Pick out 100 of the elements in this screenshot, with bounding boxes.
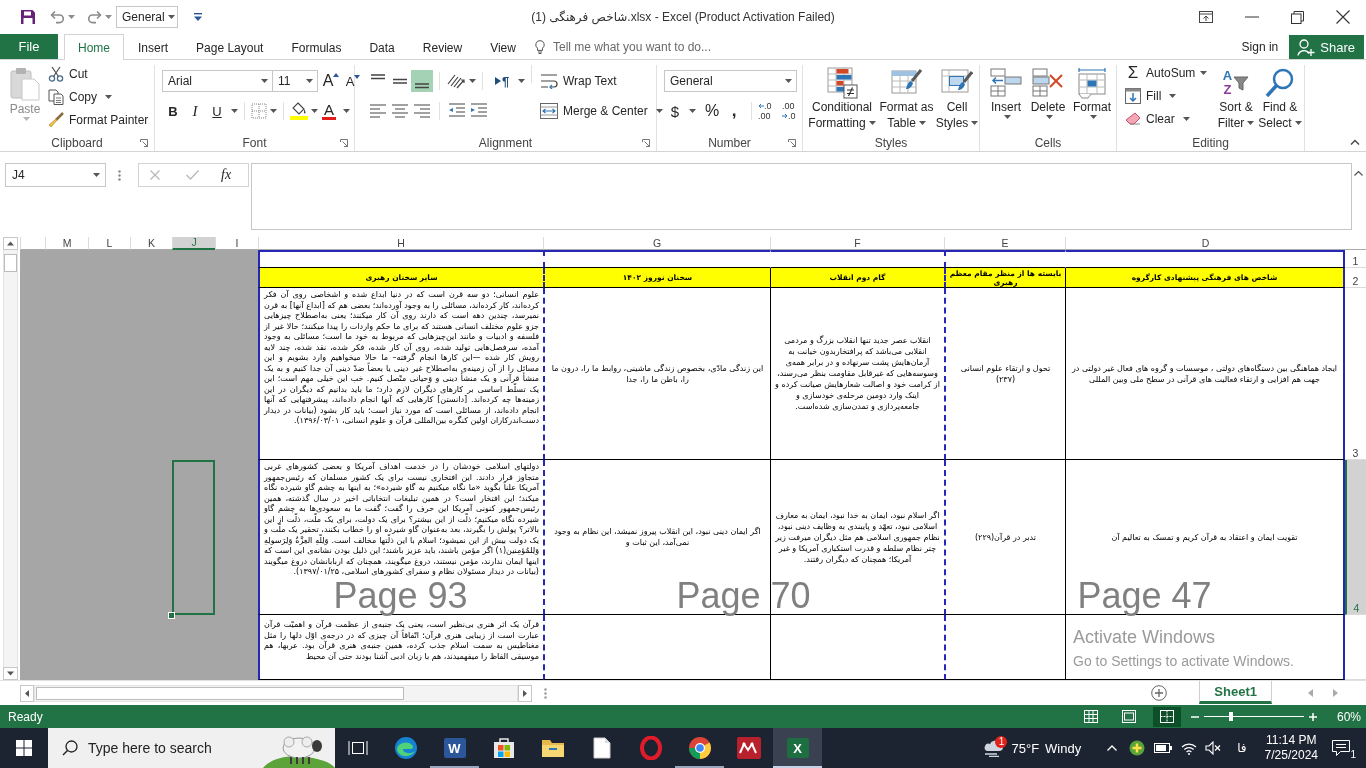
caret-down-icon[interactable] bbox=[689, 109, 696, 113]
chevron-up-icon[interactable] bbox=[1107, 745, 1118, 751]
conditional-formatting-button[interactable]: Conditional Formatting bbox=[806, 65, 878, 131]
row-header[interactable]: 3 bbox=[1345, 288, 1366, 460]
horizontal-scrollbar[interactable] bbox=[34, 684, 518, 702]
dialog-launcher-icon[interactable] bbox=[140, 138, 148, 147]
number-format-dropdown[interactable]: General bbox=[116, 6, 178, 28]
file-tab[interactable]: File bbox=[0, 34, 58, 59]
ribbon-tab[interactable]: Page Layout bbox=[182, 34, 278, 60]
caret-down-icon[interactable] bbox=[518, 79, 525, 83]
row-header[interactable]: 1 bbox=[1345, 250, 1366, 268]
underline-button[interactable]: U bbox=[206, 100, 228, 122]
font-size-dropdown[interactable]: 11 bbox=[272, 70, 318, 92]
dialog-launcher-icon[interactable] bbox=[642, 138, 650, 147]
format-painter-button[interactable]: Format Painter bbox=[46, 108, 151, 131]
taskbar-app-button[interactable]: W bbox=[430, 728, 479, 768]
text-direction-button[interactable]: ¶ bbox=[489, 70, 515, 92]
weather-button[interactable]: 1 75°F Windy bbox=[983, 728, 1082, 768]
sort-filter-button[interactable]: A Z Sort & Filter bbox=[1215, 65, 1257, 131]
merge-center-button[interactable]: Merge & Center bbox=[538, 100, 665, 122]
row-header[interactable]: 4 bbox=[1345, 460, 1366, 615]
input-language-button[interactable]: فا bbox=[1237, 741, 1247, 755]
ribbon-tab[interactable]: Insert bbox=[124, 34, 183, 60]
italic-button[interactable]: I bbox=[184, 100, 206, 122]
column-header[interactable]: E bbox=[944, 237, 1065, 250]
copy-button[interactable]: Copy bbox=[46, 85, 151, 108]
ribbon-tab[interactable]: Review bbox=[408, 34, 477, 60]
scroll-right-icon[interactable] bbox=[518, 684, 532, 702]
ribbon-tab[interactable]: Data bbox=[355, 34, 409, 60]
collapse-ribbon-icon[interactable] bbox=[1350, 139, 1360, 145]
add-sheet-icon[interactable] bbox=[1151, 685, 1168, 701]
selected-cell[interactable] bbox=[172, 460, 215, 615]
caret-down-icon[interactable] bbox=[105, 15, 112, 19]
column-header[interactable]: F bbox=[770, 237, 944, 250]
clock-button[interactable]: 11:14 PM 7/25/2024 bbox=[1264, 733, 1318, 763]
page-break-view-icon[interactable] bbox=[1152, 706, 1181, 727]
caret-down-icon[interactable] bbox=[343, 109, 350, 113]
tell-me-field[interactable]: Tell me what you want to do... bbox=[552, 34, 743, 59]
increase-decimal-button[interactable]: .0 .00 bbox=[758, 101, 782, 121]
format-cells-button[interactable]: Format bbox=[1070, 65, 1114, 119]
ribbon-display-options-icon[interactable] bbox=[1199, 11, 1213, 23]
more-options-icon[interactable] bbox=[118, 170, 121, 181]
column-header[interactable]: G bbox=[543, 237, 770, 250]
comma-style-button[interactable]: , bbox=[723, 100, 745, 122]
column-header[interactable]: L bbox=[88, 237, 130, 250]
scroll-up-icon[interactable] bbox=[3, 237, 18, 250]
scroll-left-icon[interactable] bbox=[20, 684, 34, 702]
percent-button[interactable]: % bbox=[701, 100, 723, 122]
currency-button[interactable]: $ bbox=[664, 100, 686, 122]
caret-down-icon[interactable] bbox=[311, 109, 318, 113]
vertical-scrollbar[interactable] bbox=[3, 250, 18, 667]
clear-button[interactable]: Clear bbox=[1123, 107, 1215, 130]
dialog-launcher-icon[interactable] bbox=[788, 138, 796, 147]
column-header[interactable]: H bbox=[258, 237, 543, 250]
save-icon[interactable] bbox=[20, 9, 36, 25]
wrap-text-button[interactable]: Wrap Text bbox=[538, 70, 665, 92]
fill-color-icon[interactable] bbox=[290, 102, 308, 120]
insert-cells-button[interactable]: Insert bbox=[986, 65, 1026, 119]
undo-icon[interactable] bbox=[50, 10, 65, 24]
font-name-dropdown[interactable]: Arial bbox=[162, 70, 273, 92]
insert-function-button[interactable]: fx bbox=[221, 167, 232, 183]
caret-down-icon[interactable] bbox=[270, 109, 277, 113]
decrease-font-size-button[interactable]: A bbox=[342, 70, 364, 92]
row-header[interactable]: 2 bbox=[1345, 268, 1366, 288]
close-icon[interactable] bbox=[1336, 10, 1350, 24]
cut-button[interactable]: Cut bbox=[46, 62, 151, 85]
sheet-tab[interactable]: Sheet1 bbox=[1199, 681, 1272, 704]
align-bottom-icon[interactable] bbox=[411, 70, 433, 92]
caret-down-icon[interactable] bbox=[68, 15, 75, 19]
autosum-button[interactable]: Σ AutoSum bbox=[1123, 61, 1198, 85]
zoom-out-icon[interactable] bbox=[1190, 715, 1199, 718]
ribbon-tab[interactable]: View bbox=[476, 34, 530, 60]
more-options-icon[interactable] bbox=[544, 687, 547, 699]
sign-in-link[interactable]: Sign in bbox=[1241, 34, 1279, 59]
name-box[interactable]: J4 bbox=[5, 163, 106, 187]
cell-styles-button[interactable]: Cell Styles bbox=[935, 65, 979, 131]
speaker-muted-icon[interactable] bbox=[1205, 741, 1222, 755]
collapse-formula-bar-icon[interactable] bbox=[1354, 171, 1363, 176]
zoom-in-icon[interactable] bbox=[1308, 712, 1317, 721]
plus-circle-icon[interactable] bbox=[1129, 740, 1146, 756]
format-as-table-button[interactable]: Format as Table bbox=[878, 65, 935, 131]
scrollbar-thumb[interactable] bbox=[4, 254, 17, 272]
ribbon-tab[interactable]: Home bbox=[64, 34, 124, 60]
column-header[interactable]: I bbox=[215, 237, 258, 250]
ribbon-tab[interactable]: Formulas bbox=[277, 34, 356, 60]
number-format-dropdown[interactable]: General bbox=[664, 70, 797, 92]
font-color-button[interactable]: A bbox=[318, 100, 340, 122]
bold-button[interactable]: B bbox=[162, 100, 184, 122]
find-select-button[interactable]: Find & Select bbox=[1257, 65, 1303, 131]
customize-toolbar-icon[interactable] bbox=[194, 13, 202, 21]
slider-thumb[interactable] bbox=[1228, 712, 1233, 721]
delete-cells-button[interactable]: Delete bbox=[1026, 65, 1070, 119]
taskbar-app-button[interactable]: X bbox=[773, 728, 822, 768]
slanted-arrow-icon[interactable] bbox=[446, 72, 466, 90]
scroll-down-icon[interactable] bbox=[3, 667, 18, 680]
increase-font-size-button[interactable]: A bbox=[320, 70, 342, 92]
column-header[interactable]: J bbox=[172, 237, 215, 250]
column-header[interactable]: K bbox=[130, 237, 172, 250]
zoom-level-button[interactable]: 60% bbox=[1336, 709, 1361, 724]
dialog-launcher-icon[interactable] bbox=[340, 138, 348, 147]
